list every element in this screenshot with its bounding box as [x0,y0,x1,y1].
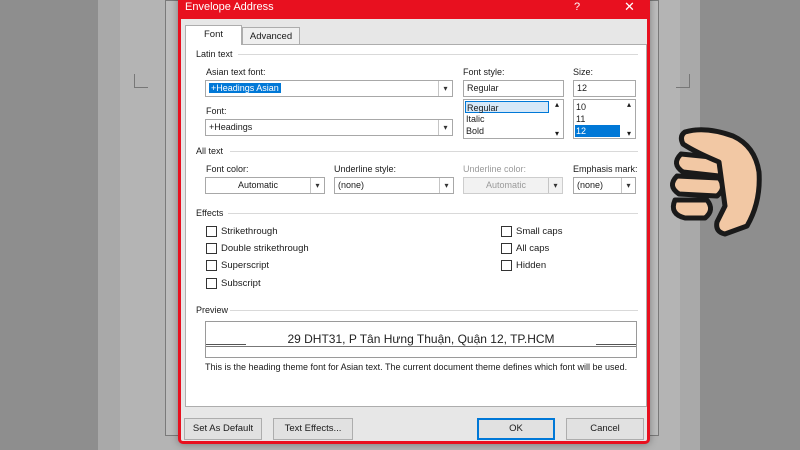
preview-baseline-left [206,344,246,345]
checkbox-box[interactable] [206,278,217,289]
font-style-list[interactable]: Regular Italic Bold ▴ ▾ [463,99,564,139]
underline-style-value: (none) [338,180,365,190]
preview-baseline-right [596,344,636,345]
chevron-down-icon[interactable]: ▾ [621,178,635,193]
font-style-option[interactable]: Bold [465,125,484,137]
small-caps-label: Small caps [516,226,563,237]
preview-box: 29 DHT31, P Tân Hưng Thuận, Quận 12, TP.… [205,321,637,358]
font-color-label: Font color: [206,164,249,174]
text-effects-label: Text Effects... [284,423,342,434]
hidden-label: Hidden [516,260,547,271]
hidden-checkbox[interactable]: Hidden [501,260,621,272]
subscript-checkbox[interactable]: Subscript [206,278,356,290]
scroll-down-icon[interactable]: ▾ [623,129,635,138]
ok-label: OK [509,423,523,434]
margin-marker-right [676,74,690,88]
chevron-down-icon[interactable]: ▾ [438,81,452,96]
font-combo[interactable]: +Headings ▾ [205,119,453,136]
strikethrough-checkbox[interactable]: Strikethrough [206,226,356,238]
preview-divider [230,310,638,311]
close-button[interactable]: ✕ [624,0,635,15]
chevron-down-icon[interactable]: ▾ [438,120,452,135]
effects-heading: Effects [196,208,224,218]
superscript-label: Superscript [221,260,270,271]
checkbox-box[interactable] [206,260,217,271]
font-color-value: Automatic [237,180,279,190]
tab-advanced-label: Advanced [249,31,293,42]
font-value: +Headings [209,122,253,132]
font-style-option[interactable]: Italic [465,113,485,125]
pointing-hand-icon [670,127,762,237]
size-option[interactable]: 12 [575,125,620,137]
subscript-label: Subscript [221,278,261,289]
font-style-label: Font style: [463,67,505,77]
dialog-title: Envelope Address [185,1,274,13]
chevron-down-icon[interactable]: ▾ [310,178,324,193]
scroll-up-icon[interactable]: ▴ [623,100,635,109]
size-scrollbar[interactable]: ▴ ▾ [623,100,635,138]
ok-button[interactable]: OK [477,418,555,440]
checkbox-box[interactable] [206,226,217,237]
small-caps-checkbox[interactable]: Small caps [501,226,621,238]
size-input[interactable]: 12 [573,80,636,97]
font-style-scrollbar[interactable]: ▴ ▾ [551,100,563,138]
tab-font[interactable]: Font [185,25,242,45]
underline-color-combo: Automatic ▾ [463,177,563,194]
strikethrough-label: Strikethrough [221,226,278,237]
all-text-heading: All text [196,146,224,156]
font-style-input[interactable]: Regular [463,80,564,97]
asian-font-label: Asian text font: [206,67,266,77]
double-strikethrough-checkbox[interactable]: Double strikethrough [206,243,356,255]
all-caps-checkbox[interactable]: All caps [501,243,621,255]
size-label: Size: [573,67,594,77]
dialog-titlebar: Envelope Address ? ✕ [181,0,647,19]
set-as-default-label: Set As Default [192,423,254,434]
checkbox-box[interactable] [501,243,512,254]
cancel-label: Cancel [590,423,620,434]
help-button[interactable]: ? [574,1,580,13]
underline-style-label: Underline style: [334,164,397,174]
checkbox-box[interactable] [206,243,217,254]
asian-font-combo[interactable]: +Headings Asian ▾ [205,80,453,97]
scroll-up-icon[interactable]: ▴ [551,100,563,109]
preview-heading: Preview [196,305,229,315]
font-style-value: Regular [467,83,499,93]
margin-marker-left [134,74,148,88]
size-option[interactable]: 10 [575,101,586,113]
cancel-button[interactable]: Cancel [566,418,644,440]
size-option[interactable]: 11 [575,113,585,125]
preview-note: This is the heading theme font for Asian… [205,362,628,372]
double-strikethrough-label: Double strikethrough [221,243,309,254]
superscript-checkbox[interactable]: Superscript [206,260,356,272]
tab-font-label: Font [203,29,223,40]
set-as-default-button[interactable]: Set As Default [184,418,262,440]
preview-sample-text: 29 DHT31, P Tân Hưng Thuận, Quận 12, TP.… [287,332,555,346]
all-caps-label: All caps [516,243,550,254]
effects-divider [228,213,638,214]
font-label: Font: [206,106,227,116]
asian-font-value: +Headings Asian [209,83,281,93]
emphasis-value: (none) [577,180,604,190]
chevron-down-icon: ▾ [548,178,562,193]
underline-style-combo[interactable]: (none) ▾ [334,177,454,194]
size-list[interactable]: 10 11 12 ▴ ▾ [573,99,636,139]
latin-text-divider [238,54,638,55]
latin-text-heading: Latin text [196,49,233,59]
checkbox-box[interactable] [501,260,512,271]
font-dialog: Envelope Address ? ✕ Font Advanced Latin… [178,0,650,444]
scroll-down-icon[interactable]: ▾ [551,129,563,138]
emphasis-label: Emphasis mark: [573,164,638,174]
chevron-down-icon[interactable]: ▾ [439,178,453,193]
checkbox-box[interactable] [501,226,512,237]
underline-color-value: Automatic [485,180,527,190]
underline-color-label: Underline color: [463,164,527,174]
all-text-divider [230,151,638,152]
text-effects-button[interactable]: Text Effects... [273,418,353,440]
font-style-option[interactable]: Regular [465,101,549,113]
preview-bottom-rule [206,346,636,347]
emphasis-combo[interactable]: (none) ▾ [573,177,636,194]
font-color-combo[interactable]: Automatic ▾ [205,177,325,194]
size-value: 12 [577,83,588,93]
